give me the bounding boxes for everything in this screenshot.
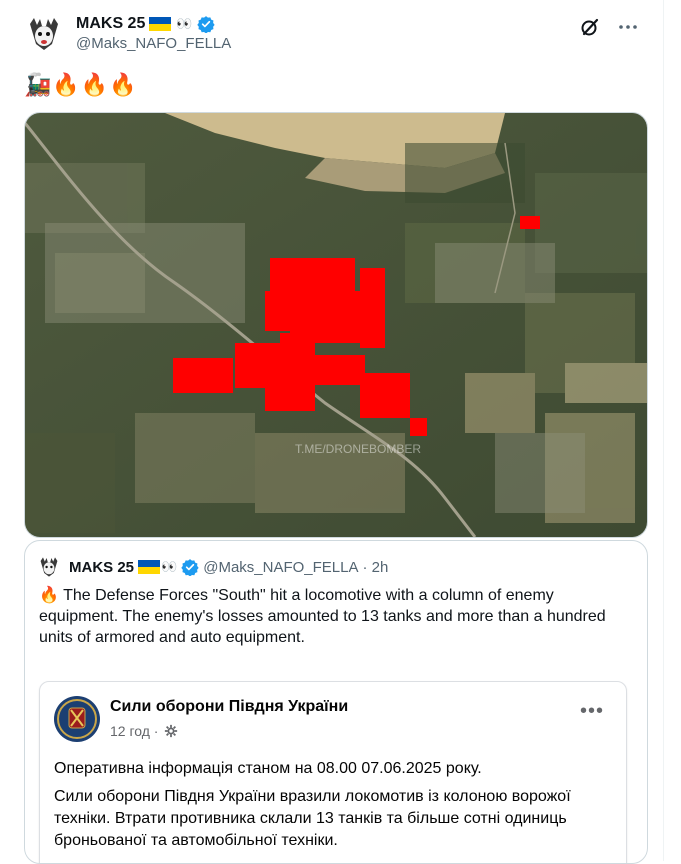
embedded-facebook-post: Сили оборони Півдня України 12 год · •••… <box>39 681 627 863</box>
page-name: Сили оборони Півдня України <box>110 698 349 715</box>
author-name-text: MAKS 25 <box>76 15 146 32</box>
verified-badge-icon <box>181 559 199 576</box>
post-line-1: Оперативна інформація станом на 08.00 07… <box>54 760 482 777</box>
quoted-display-name: MAKS 25 <box>69 558 135 576</box>
avatar[interactable] <box>24 14 64 54</box>
verified-badge-icon <box>196 16 215 33</box>
settings-gear-icon <box>165 724 178 738</box>
fire-emoji: 🔥 <box>39 587 59 604</box>
quoted-handle: @Maks_NAFO_FELLA <box>203 558 359 576</box>
quoted-text: The Defense Forces "South" hit a locomot… <box>39 587 606 646</box>
more-options-icon: ••• <box>579 700 604 722</box>
post-time-text: 12 год · <box>110 723 159 739</box>
page-avatar <box>54 696 100 742</box>
eyes-emoji: 👀 <box>161 559 178 574</box>
post-time: 12 год · <box>110 723 178 739</box>
tweet-text: 🚂🔥🔥🔥 <box>24 72 138 97</box>
quoted-avatar <box>37 555 61 579</box>
author-display-name[interactable]: MAKS 25 👀 <box>76 14 231 34</box>
map-watermark: T.ME/DRONEBOMBER <box>295 442 421 456</box>
quoted-time: · 2h <box>362 558 389 576</box>
quoted-tweet-header: MAKS 25 👀 @Maks_NAFO_FELLA · 2h <box>37 555 388 579</box>
ukraine-flag-icon <box>149 17 172 31</box>
eyes-emoji: 👀 <box>176 16 193 31</box>
satellite-map-image[interactable]: T.ME/DRONEBOMBER <box>24 112 648 538</box>
quoted-text-block: 🔥 The Defense Forces "South" hit a locom… <box>39 585 629 648</box>
grok-icon[interactable] <box>579 16 601 38</box>
quoted-tweet-card[interactable]: MAKS 25 👀 @Maks_NAFO_FELLA · 2h 🔥 The De… <box>24 540 648 864</box>
tweet-post: MAKS 25 👀 @Maks_NAFO_FELLA 🚂🔥🔥🔥 T.ME/DRO… <box>0 0 664 864</box>
ukraine-flag-icon <box>138 560 161 574</box>
more-options-icon[interactable] <box>617 16 639 38</box>
tweet-header: MAKS 25 👀 @Maks_NAFO_FELLA <box>24 14 639 58</box>
author-handle[interactable]: @Maks_NAFO_FELLA <box>76 34 231 54</box>
post-line-2: Сили оборони Півдня України вразили локо… <box>54 788 571 849</box>
map-svg: T.ME/DRONEBOMBER <box>25 113 647 537</box>
